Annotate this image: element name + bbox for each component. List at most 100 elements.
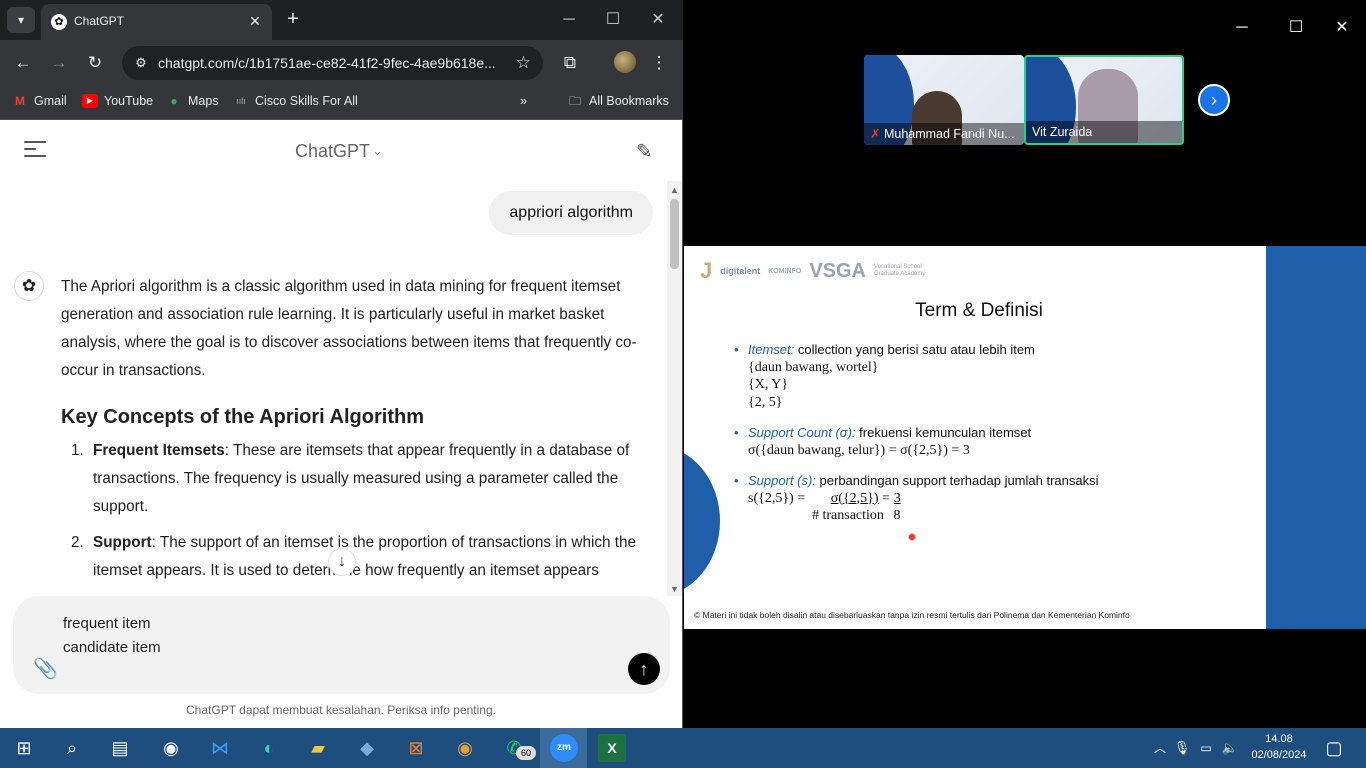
zoom-icon: zm: [550, 734, 578, 762]
slide-logos: J digitalent KOMINFO VSGA Vocational Sch…: [700, 258, 926, 283]
participant-name: Vit Zuraida: [1026, 121, 1182, 143]
slide-body: • Itemset: collection yang berisi satu a…: [734, 342, 1234, 539]
reload-icon[interactable]: ↻: [84, 52, 106, 74]
chat-scrollbar[interactable]: ▲ ▼: [667, 181, 682, 596]
list-item: 1. Frequent Itemsets: These are itemsets…: [71, 442, 630, 515]
model-selector[interactable]: ChatGPT: [295, 141, 370, 162]
participant-name: ✗ Muhammad Fandi Nu...: [864, 123, 1024, 145]
tab-title: ChatGPT: [74, 14, 125, 28]
chat-thread[interactable]: appriori algorithm ✿ The Apriori algorit…: [0, 181, 667, 596]
message-input[interactable]: frequent item candidate item: [63, 612, 161, 660]
profile-avatar[interactable]: [614, 51, 636, 73]
forward-icon[interactable]: →: [48, 52, 70, 74]
bookmark-star-icon[interactable]: ☆: [516, 53, 531, 73]
chatgpt-favicon-icon: ✿: [51, 14, 67, 30]
youtube-icon: ▶: [82, 94, 98, 108]
file-explorer-icon[interactable]: ▰: [304, 734, 332, 762]
maps-pin-icon: ●: [170, 94, 178, 108]
slide-bullet: • Support (s): perbandingan support terh…: [734, 473, 1099, 523]
slide-title: Term & Definisi: [915, 300, 1043, 321]
message-composer[interactable]: frequent item candidate item 📎 ↑: [13, 596, 670, 694]
tab-strip: ▾ ✿ ChatGPT ✕ + ─ ☐ ✕: [0, 0, 683, 40]
minimize-button[interactable]: ─: [554, 8, 584, 32]
chrome-profile-icon[interactable]: ◉: [451, 734, 479, 762]
url-text[interactable]: chatgpt.com/c/1b1751ae-ce82-41f2-9fec-4a…: [158, 55, 496, 71]
assistant-message: The Apriori algorithm is a classic algor…: [61, 273, 657, 593]
zoom-maximize-button[interactable]: ☐: [1276, 14, 1316, 42]
volume-icon[interactable]: 🔈: [1216, 734, 1244, 762]
bookmarks-overflow-icon[interactable]: »: [520, 94, 527, 108]
folder-icon: 🗀: [568, 94, 581, 108]
muted-mic-icon: ✗: [870, 127, 884, 141]
chevron-down-icon[interactable]: ⌄: [372, 143, 383, 159]
site-info-icon[interactable]: ⚙: [132, 54, 150, 72]
browser-toolbar: ← → ↻ ⚙ chatgpt.com/c/1b1751ae-ce82-41f2…: [0, 40, 683, 86]
whatsapp-badge: 60: [516, 746, 536, 760]
jh-logo-icon: J: [700, 258, 713, 283]
paperclip-icon[interactable]: 📎: [33, 656, 58, 681]
windows-taskbar: ⊞ ⌕ ▤ ◉ ⋈ ◐ ▰ ◆ ⊠ ◉ ✆ zm X ︿ 🎙 ▭ 🔈 14.08…: [0, 728, 1366, 768]
tab-close-icon[interactable]: ✕: [246, 12, 264, 30]
address-bar[interactable]: ⚙ chatgpt.com/c/1b1751ae-ce82-41f2-9fec-…: [122, 46, 543, 80]
send-button[interactable]: ↑: [628, 653, 660, 685]
slide-bullet: • Itemset: collection yang berisi satu a…: [734, 342, 1035, 410]
task-view-icon[interactable]: ▤: [106, 734, 134, 762]
notifications-icon[interactable]: ▢: [1320, 734, 1348, 762]
edge-icon[interactable]: ◐: [255, 734, 283, 762]
windows-start-icon[interactable]: ⊞: [10, 734, 38, 762]
participant-video-2[interactable]: Vit Zuraida: [1024, 55, 1184, 145]
copyright-icon: ©: [694, 610, 703, 620]
scroll-down-arrow-icon[interactable]: ▼: [667, 584, 682, 594]
chat-header: ChatGPT ⌄ ✎: [0, 121, 682, 181]
excel-icon[interactable]: X: [598, 734, 626, 762]
all-bookmarks[interactable]: 🗀 All Bookmarks: [567, 94, 669, 108]
tab-chatgpt[interactable]: ✿ ChatGPT ✕: [41, 4, 272, 40]
zoom-minimize-button[interactable]: ─: [1222, 14, 1262, 42]
tab-search-button[interactable]: ▾: [7, 7, 35, 33]
bookmark-cisco[interactable]: ıılı Cisco Skills For All: [233, 94, 358, 108]
slide-side-band: [1266, 246, 1366, 629]
xampp-icon[interactable]: ⊠: [402, 734, 430, 762]
extensions-icon[interactable]: ⧉: [559, 52, 581, 74]
participant-video-1[interactable]: ✗ Muhammad Fandi Nu...: [864, 55, 1024, 145]
close-window-button[interactable]: ✕: [643, 8, 673, 32]
slide-decoration: [684, 446, 720, 596]
system-clock[interactable]: 14.08 02/08/2024: [1250, 731, 1308, 763]
scroll-up-arrow-icon[interactable]: ▲: [667, 185, 682, 195]
chatgpt-page: ChatGPT ⌄ ✎ appriori algorithm ✿ The Apr…: [0, 121, 682, 728]
laser-pointer: [908, 533, 916, 541]
disclaimer-text: ChatGPT dapat membuat kesalahan. Periksa…: [186, 703, 496, 717]
list-item: 2. Support: The support of an itemset is…: [71, 534, 637, 579]
answer-intro: The Apriori algorithm is a classic algor…: [61, 278, 637, 379]
chatgpt-logo-icon: ✿: [14, 271, 44, 301]
search-icon[interactable]: ⌕: [58, 734, 86, 762]
zoom-close-button[interactable]: ✕: [1322, 14, 1362, 42]
answer-heading: Key Concepts of the Apriori Algorithm: [61, 406, 424, 428]
new-tab-button[interactable]: +: [282, 8, 304, 30]
bookmark-gmail[interactable]: M Gmail: [12, 94, 67, 108]
user-message: appriori algorithm: [489, 191, 653, 235]
cisco-icon: ıılı: [236, 96, 246, 106]
sidebar-menu-icon[interactable]: [24, 141, 46, 161]
zoom-meeting-window: ─ ☐ ✕ ✗ Muhammad Fandi Nu... Vit Zuraida…: [684, 0, 1366, 728]
zoom-taskbar-item[interactable]: zm: [540, 728, 587, 768]
slide-footer: © Materi ini tidak boleh disalin atau di…: [694, 610, 1130, 620]
slide-bullet: • Support Count (σ): frekuensi kemuncula…: [734, 425, 1032, 458]
scroll-to-bottom-button[interactable]: ↓: [328, 548, 356, 576]
new-chat-icon[interactable]: ✎: [636, 139, 660, 163]
vscode-icon[interactable]: ⋈: [206, 734, 234, 762]
bookmark-maps[interactable]: ● Maps: [166, 94, 218, 108]
maximize-button[interactable]: ☐: [598, 8, 628, 32]
app-icon[interactable]: ◆: [353, 734, 381, 762]
concepts-list: 1. Frequent Itemsets: These are itemsets…: [61, 437, 657, 585]
back-icon[interactable]: ←: [12, 52, 34, 74]
scroll-thumb[interactable]: [670, 199, 679, 269]
next-page-button[interactable]: ›: [1198, 84, 1230, 116]
gmail-icon: M: [15, 94, 25, 108]
more-menu-icon[interactable]: ⋮: [648, 52, 670, 74]
bookmarks-bar: M Gmail ▶ YouTube ● Maps ıılı Cisco Skil…: [0, 86, 683, 120]
bookmark-youtube[interactable]: ▶ YouTube: [82, 94, 153, 108]
shared-screen-slide: J digitalent KOMINFO VSGA Vocational Sch…: [684, 246, 1266, 629]
chrome-icon[interactable]: ◉: [157, 734, 185, 762]
browser-window: ▾ ✿ ChatGPT ✕ + ─ ☐ ✕ ← → ↻ ⚙ chatgpt.co…: [0, 0, 683, 728]
